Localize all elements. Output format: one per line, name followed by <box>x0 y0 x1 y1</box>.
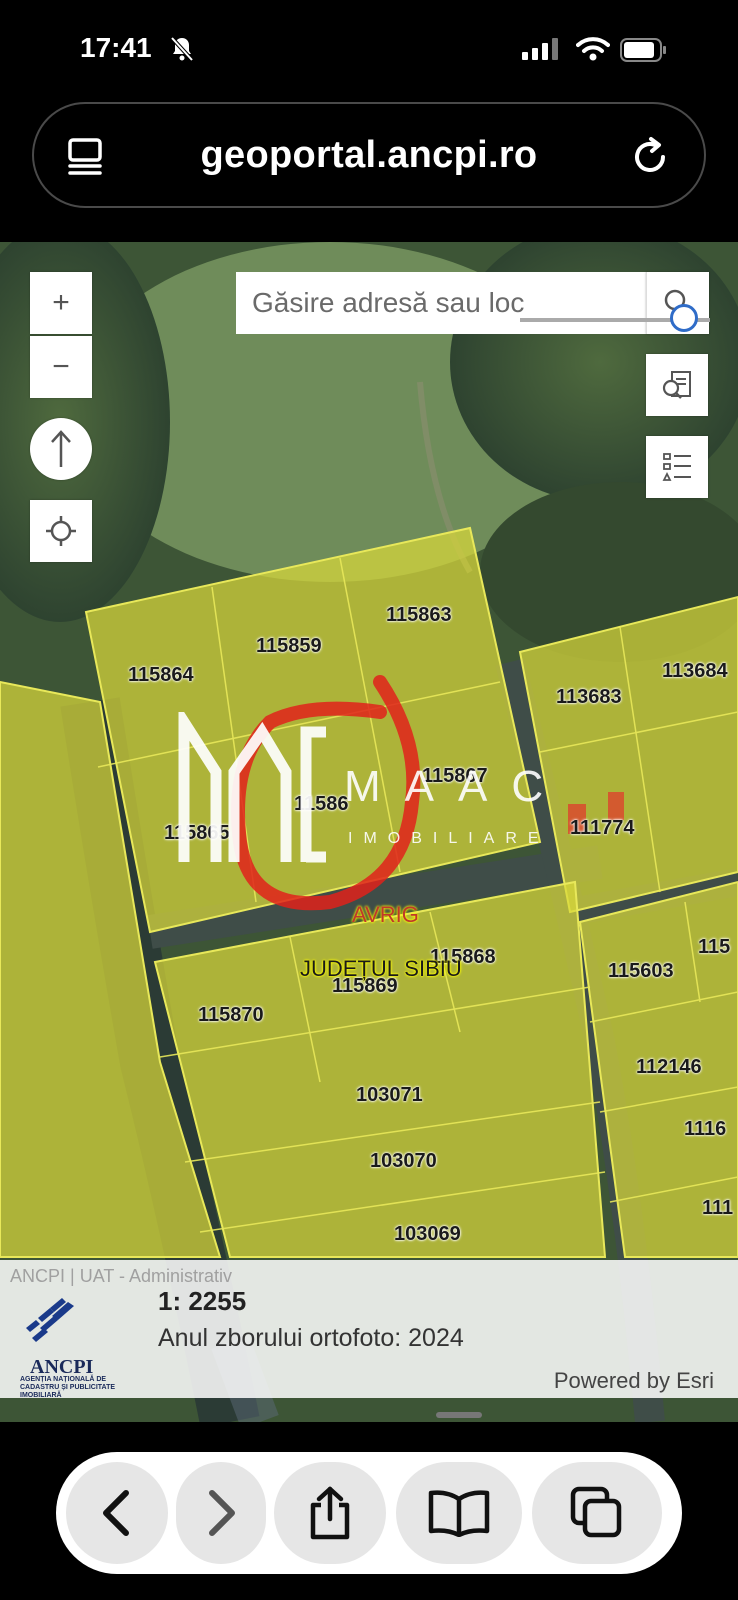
cellular-signal-icon <box>522 38 558 65</box>
zoom-in-button[interactable]: + <box>30 272 92 334</box>
back-icon <box>103 1490 129 1536</box>
map-info-panel: ANCPI | UAT - Administrativ ANCPI AGENȚI… <box>0 1260 738 1399</box>
forward-button[interactable] <box>176 1462 266 1564</box>
identify-button[interactable] <box>646 354 708 416</box>
share-button[interactable] <box>274 1462 386 1564</box>
back-button[interactable] <box>66 1462 168 1564</box>
map-view[interactable]: 115863 115859 115864 113684 113683 11586… <box>0 242 738 1422</box>
parcel-label[interactable]: 111774 <box>570 817 635 840</box>
battery-icon <box>620 38 668 67</box>
status-time: 17:41 <box>80 32 152 63</box>
bookmarks-icon <box>428 1490 490 1537</box>
tabs-icon <box>570 1486 622 1538</box>
identify-document-icon <box>662 371 691 399</box>
legend-button[interactable] <box>646 436 708 498</box>
legend-list-icon <box>662 453 691 481</box>
tabs-button[interactable] <box>532 1462 662 1564</box>
watermark-brand: MAAC <box>344 762 568 811</box>
status-bar: 17:41 <box>0 0 738 100</box>
year-slider-thumb[interactable] <box>670 304 698 332</box>
parcel-label[interactable]: 115863 <box>386 604 452 627</box>
search-placeholder: Găsire adresă sau loc <box>252 287 525 318</box>
wifi-icon <box>576 36 610 67</box>
parcel-label[interactable]: 1116 <box>684 1118 726 1141</box>
zoom-out-button[interactable]: − <box>30 336 92 398</box>
parcel-label[interactable]: 115 <box>698 936 730 959</box>
panel-grabber[interactable] <box>436 1412 482 1418</box>
browser-toolbar <box>56 1452 682 1574</box>
parcel-label[interactable]: 111 <box>702 1197 733 1220</box>
arrow-up-icon <box>51 430 71 467</box>
compass-button[interactable] <box>30 418 92 480</box>
watermark-subtitle: IMOBILIARE <box>348 830 550 847</box>
parcel-label[interactable]: 103069 <box>394 1223 461 1246</box>
bookmarks-button[interactable] <box>396 1462 522 1564</box>
forward-icon <box>209 1490 235 1536</box>
url-text[interactable]: geoportal.ancpi.ro <box>34 134 704 177</box>
search-input[interactable]: Găsire adresă sau loc <box>236 272 646 334</box>
powered-by-esri[interactable]: Powered by Esri <box>554 1368 714 1394</box>
ancpi-logo <box>26 1298 74 1342</box>
map-attribution: ANCPI | UAT - Administrativ <box>10 1266 233 1286</box>
town-label: AVRIG <box>352 902 419 927</box>
parcel-label[interactable]: 115870 <box>198 1004 264 1027</box>
crosshair-icon <box>46 516 76 546</box>
parcel-label[interactable]: 115859 <box>256 635 322 658</box>
parcel-label[interactable]: 103071 <box>356 1084 423 1107</box>
parcel-label[interactable]: 115603 <box>608 960 674 983</box>
watermark: MAAC IMOBILIARE <box>176 703 576 872</box>
bell-slash-icon <box>170 36 194 67</box>
ortho-year-label: Anul zborului ortofoto: 2024 <box>158 1324 464 1352</box>
reload-icon[interactable] <box>630 136 672 183</box>
parcel-label[interactable]: 113683 <box>556 686 622 709</box>
parcel-label[interactable]: 103070 <box>370 1150 437 1173</box>
parcel-label[interactable]: 115864 <box>128 664 194 687</box>
parcel-label[interactable]: 113684 <box>662 660 728 683</box>
address-bar[interactable]: geoportal.ancpi.ro <box>32 102 706 208</box>
map-scale: 1: 2255 <box>158 1286 247 1316</box>
share-icon <box>310 1486 350 1540</box>
parcel-label[interactable]: 112146 <box>636 1056 702 1079</box>
agency-name: AGENȚIA NAȚIONALĂ DE CADASTRU ȘI PUBLICI… <box>20 1376 116 1399</box>
locate-button[interactable] <box>30 500 92 562</box>
county-label: JUDEȚUL SIBIU <box>300 956 462 981</box>
watermark-logo <box>178 703 326 863</box>
